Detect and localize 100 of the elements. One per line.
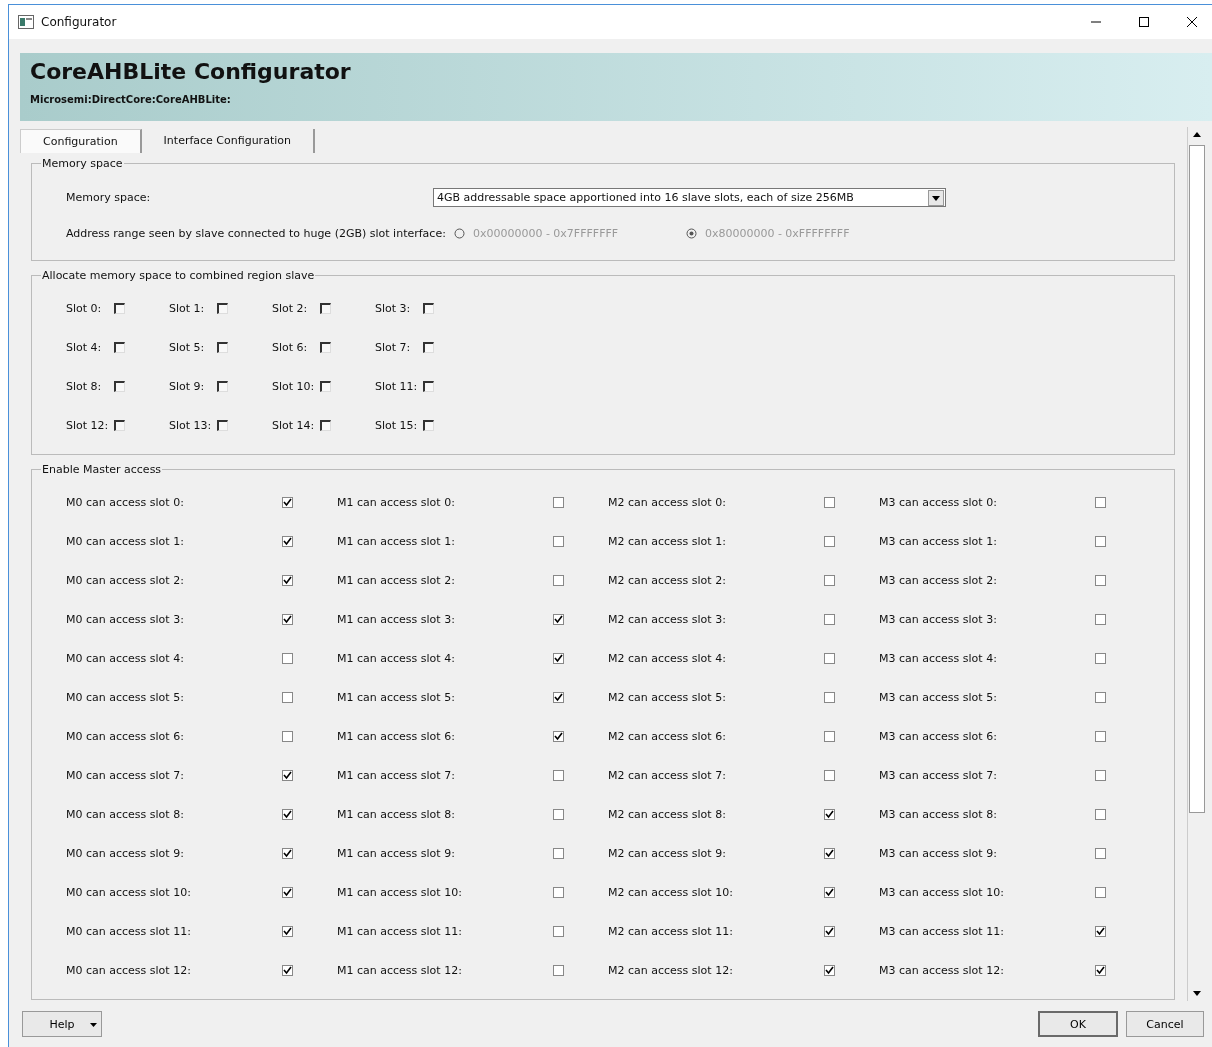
checkbox[interactable] (824, 848, 835, 859)
maximize-icon[interactable] (1138, 16, 1150, 28)
checkbox[interactable] (217, 303, 228, 314)
checkbox[interactable] (114, 303, 125, 314)
checkbox[interactable] (553, 692, 564, 703)
checkbox-label: M3 can access slot 7: (879, 769, 998, 782)
checkbox[interactable] (824, 926, 835, 937)
checkbox-label: M0 can access slot 8: (66, 808, 185, 821)
checkbox[interactable] (824, 809, 835, 820)
checkbox-label: M0 can access slot 11: (66, 925, 192, 938)
checkbox-label: M1 can access slot 1: (337, 535, 456, 548)
checkbox[interactable] (320, 303, 331, 314)
checkbox-label: M0 can access slot 12: (66, 964, 192, 977)
checkbox[interactable] (282, 770, 293, 781)
checkbox[interactable] (824, 575, 835, 586)
checkbox[interactable] (282, 848, 293, 859)
checkbox[interactable] (553, 965, 564, 976)
checkbox[interactable] (1095, 965, 1106, 976)
checkbox-label: M3 can access slot 5: (879, 691, 998, 704)
checkbox[interactable] (553, 887, 564, 898)
checkbox[interactable] (553, 848, 564, 859)
checkbox[interactable] (423, 420, 434, 431)
checkbox[interactable] (553, 497, 564, 508)
checkbox[interactable] (282, 653, 293, 664)
checkbox[interactable] (320, 381, 331, 392)
checkbox[interactable] (1095, 926, 1106, 937)
checkbox[interactable] (824, 887, 835, 898)
checkbox-label: Slot 6: (272, 341, 309, 354)
checkbox[interactable] (282, 887, 293, 898)
checkbox[interactable] (423, 381, 434, 392)
checkbox[interactable] (282, 965, 293, 976)
field-label: Memory space: (66, 191, 152, 204)
checkbox[interactable] (1095, 809, 1106, 820)
close-icon[interactable] (1186, 16, 1198, 28)
cancel-button[interactable]: Cancel (1126, 1011, 1204, 1037)
checkbox[interactable] (1095, 770, 1106, 781)
checkbox[interactable] (824, 653, 835, 664)
checkbox-label: M1 can access slot 9: (337, 847, 456, 860)
ok-button[interactable]: OK (1038, 1011, 1118, 1037)
checkbox-label: M1 can access slot 8: (337, 808, 456, 821)
help-button[interactable]: Help (22, 1011, 102, 1037)
checkbox-label: M1 can access slot 12: (337, 964, 463, 977)
checkbox[interactable] (114, 342, 125, 353)
checkbox[interactable] (1095, 614, 1106, 625)
checkbox[interactable] (553, 536, 564, 547)
checkbox[interactable] (1095, 848, 1106, 859)
checkbox-label: M2 can access slot 11: (608, 925, 734, 938)
checkbox-label: M0 can access slot 3: (66, 613, 185, 626)
checkbox[interactable] (553, 809, 564, 820)
checkbox[interactable] (217, 420, 228, 431)
checkbox-label: M0 can access slot 10: (66, 886, 192, 899)
checkbox[interactable] (114, 420, 125, 431)
checkbox[interactable] (553, 731, 564, 742)
scrollbar-thumb[interactable] (1189, 145, 1205, 813)
checkbox-label: M2 can access slot 6: (608, 730, 727, 743)
checkbox-label: M3 can access slot 2: (879, 574, 998, 587)
checkbox[interactable] (1095, 653, 1106, 664)
checkbox[interactable] (553, 926, 564, 937)
checkbox[interactable] (282, 614, 293, 625)
checkbox[interactable] (553, 575, 564, 586)
checkbox[interactable] (320, 342, 331, 353)
checkbox[interactable] (824, 614, 835, 625)
checkbox[interactable] (553, 770, 564, 781)
checkbox[interactable] (1095, 731, 1106, 742)
checkbox[interactable] (282, 731, 293, 742)
tab[interactable]: Configuration (20, 129, 142, 153)
checkbox[interactable] (423, 342, 434, 353)
checkbox[interactable] (824, 497, 835, 508)
header-title: CoreAHBLite Configurator (30, 59, 352, 84)
checkbox[interactable] (553, 614, 564, 625)
checkbox[interactable] (282, 536, 293, 547)
checkbox[interactable] (1095, 692, 1106, 703)
checkbox[interactable] (217, 381, 228, 392)
window-icon (18, 15, 34, 29)
checkbox[interactable] (1095, 575, 1106, 586)
checkbox[interactable] (320, 420, 331, 431)
checkbox[interactable] (824, 965, 835, 976)
checkbox-label: M2 can access slot 8: (608, 808, 727, 821)
checkbox[interactable] (282, 809, 293, 820)
checkbox[interactable] (824, 770, 835, 781)
checkbox[interactable] (824, 692, 835, 703)
checkbox-label: M2 can access slot 5: (608, 691, 727, 704)
dropdown[interactable]: 4GB addressable space apportioned into 16 slave slots, each of size 256MB (433, 188, 946, 207)
checkbox[interactable] (282, 575, 293, 586)
checkbox[interactable] (217, 342, 228, 353)
checkbox-label: M2 can access slot 10: (608, 886, 734, 899)
checkbox[interactable] (1095, 536, 1106, 547)
checkbox[interactable] (824, 731, 835, 742)
checkbox[interactable] (824, 536, 835, 547)
checkbox[interactable] (423, 303, 434, 314)
checkbox-label: Slot 10: (272, 380, 316, 393)
checkbox[interactable] (114, 381, 125, 392)
checkbox[interactable] (282, 926, 293, 937)
checkbox[interactable] (282, 497, 293, 508)
radio-label: 0x80000000 - 0xFFFFFFFF (704, 227, 850, 240)
checkbox[interactable] (1095, 887, 1106, 898)
checkbox-label: M1 can access slot 3: (337, 613, 456, 626)
checkbox[interactable] (1095, 497, 1106, 508)
checkbox[interactable] (553, 653, 564, 664)
checkbox[interactable] (282, 692, 293, 703)
